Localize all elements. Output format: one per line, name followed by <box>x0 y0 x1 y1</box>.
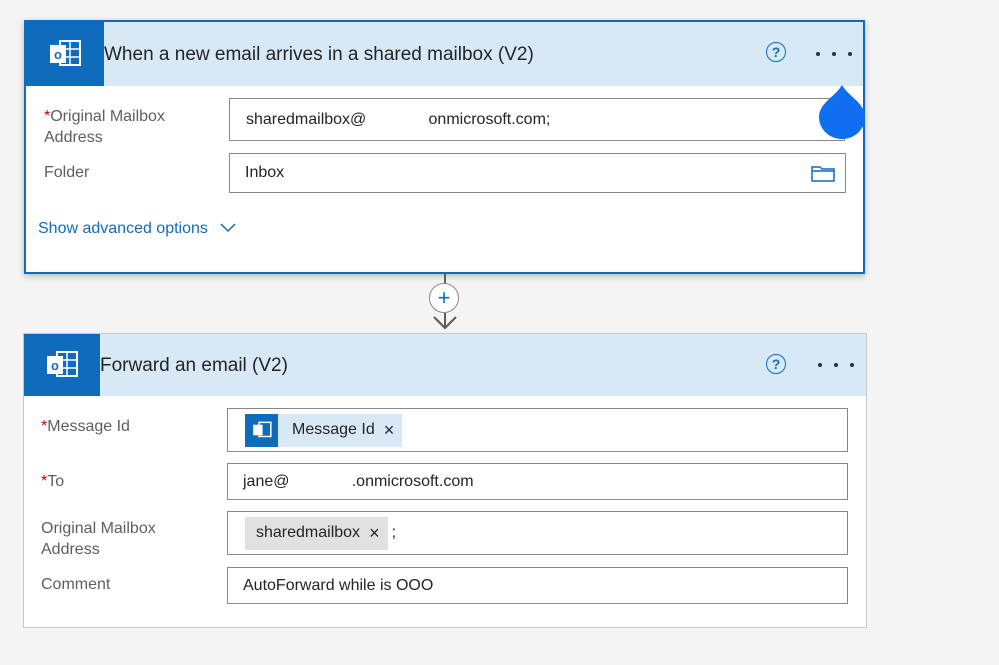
mailbox-address-label: *Original Mailbox Address <box>44 108 165 146</box>
folder-field[interactable]: Inbox <box>229 153 846 193</box>
remove-token-icon[interactable]: × <box>369 524 380 542</box>
original-mailbox-label: Original Mailbox Address <box>41 520 156 558</box>
remove-token-icon[interactable]: × <box>384 421 395 439</box>
message-id-token[interactable]: Message Id × <box>245 413 403 447</box>
folder-picker-icon[interactable] <box>811 164 835 187</box>
svg-text:o: o <box>51 358 59 373</box>
action-card-header[interactable]: o Forward an email (V2) ? <box>24 334 866 396</box>
more-options-icon[interactable] <box>818 355 854 375</box>
sharedmailbox-token[interactable]: sharedmailbox × <box>245 516 388 550</box>
chevron-down-icon <box>220 220 236 238</box>
action-title: Forward an email (V2) <box>100 355 288 376</box>
mailbox-address-value: sharedmailbox@ onmicrosoft.com; <box>246 110 551 128</box>
mailbox-separator: ; <box>391 524 397 541</box>
more-options-icon[interactable] <box>816 44 852 64</box>
outlook-token-icon <box>245 413 278 447</box>
help-icon[interactable]: ? <box>766 42 786 62</box>
show-advanced-options-link[interactable]: Show advanced options <box>38 220 236 238</box>
comment-field[interactable]: AutoForward while is OOO <box>227 567 848 604</box>
to-label: *To <box>41 473 65 490</box>
comment-value: AutoForward while is OOO <box>243 576 434 594</box>
to-field[interactable]: jane@ .onmicrosoft.com <box>227 463 848 500</box>
original-mailbox-field[interactable]: sharedmailbox × ; <box>227 511 848 555</box>
cursor-drop-icon <box>819 85 865 139</box>
folder-label: Folder <box>44 164 90 181</box>
mailbox-address-field[interactable]: sharedmailbox@ onmicrosoft.com; <box>229 98 845 141</box>
folder-value: Inbox <box>245 164 285 181</box>
trigger-title: When a new email arrives in a shared mai… <box>104 44 534 65</box>
message-id-label: *Message Id <box>41 418 130 435</box>
outlook-icon: o <box>26 22 104 86</box>
to-value: jane@ .onmicrosoft.com <box>243 472 474 490</box>
message-id-field[interactable]: Message Id × <box>227 408 848 452</box>
trigger-card[interactable]: o When a new email arrives in a shared m… <box>24 20 865 274</box>
trigger-card-header[interactable]: o When a new email arrives in a shared m… <box>26 22 863 86</box>
outlook-icon: o <box>24 334 100 396</box>
help-icon[interactable]: ? <box>766 354 786 374</box>
add-step-button[interactable]: + <box>429 283 459 313</box>
comment-label: Comment <box>41 576 111 593</box>
action-card[interactable]: o Forward an email (V2) ? *Message Id Me… <box>23 333 867 628</box>
svg-text:o: o <box>54 47 62 62</box>
